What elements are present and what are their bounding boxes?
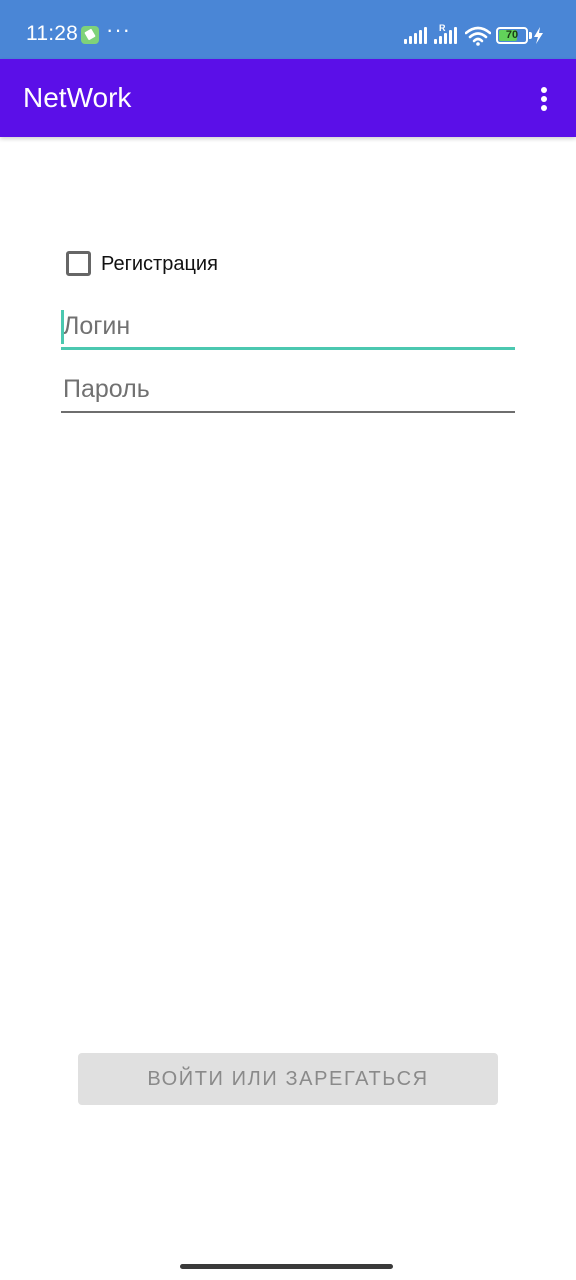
app-bar: NetWork (0, 59, 576, 137)
login-input[interactable] (61, 306, 515, 346)
login-or-register-button[interactable]: ВОЙТИ ИЛИ ЗАРЕГАТЬСЯ (78, 1053, 498, 1105)
password-underline (61, 411, 515, 413)
login-screen: 11:28 ··· R 70 NetWork Регистрация Логин… (0, 0, 576, 1280)
password-field-container (61, 369, 515, 413)
wrench-icon (81, 26, 99, 44)
register-label: Регистрация (101, 253, 218, 275)
register-checkbox[interactable]: Регистрация (60, 246, 260, 282)
login-underline (61, 347, 515, 350)
status-time: 11:28 (26, 22, 78, 45)
battery-label: 70 (505, 29, 519, 41)
status-bar: 11:28 ··· R 70 (0, 0, 576, 59)
text-cursor (61, 310, 64, 344)
charging-bolt-icon (534, 27, 543, 44)
cellular-signal-icon (404, 27, 430, 44)
cellular-signal-icon-2 (434, 27, 460, 44)
app-title: NetWork (23, 82, 132, 113)
wifi-icon (465, 26, 491, 46)
login-field-container (61, 306, 515, 350)
more-vert-icon[interactable] (528, 79, 562, 117)
battery-cap (529, 32, 532, 39)
password-input[interactable] (61, 369, 515, 409)
battery-icon: 70 (496, 27, 528, 44)
home-indicator[interactable] (180, 1264, 393, 1269)
checkbox-box[interactable] (66, 251, 91, 276)
more-notifications-icon: ··· (106, 17, 131, 42)
